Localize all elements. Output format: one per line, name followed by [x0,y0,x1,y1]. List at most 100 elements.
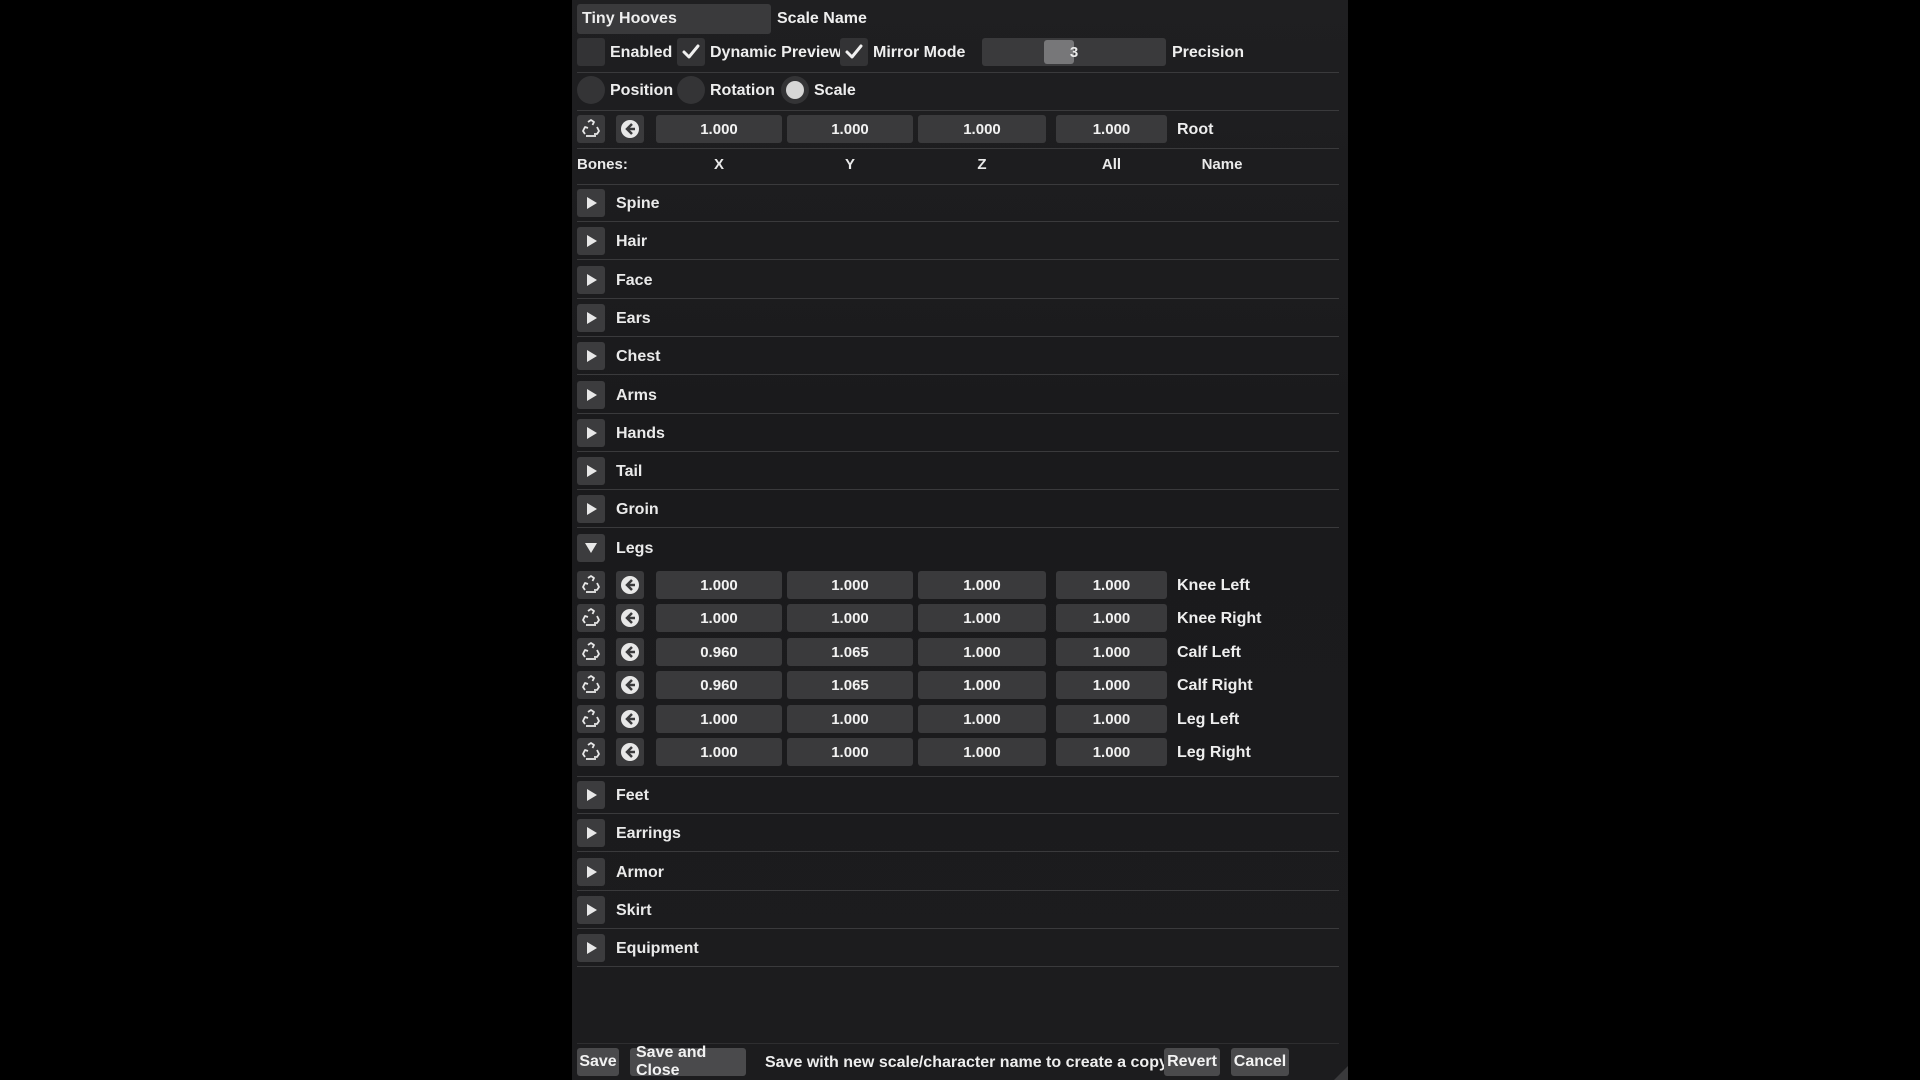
enabled-checkbox[interactable] [577,38,605,66]
mirror-mode-label: Mirror Mode [873,44,966,61]
bone-all-field[interactable]: 1.000 [1056,671,1167,699]
root-y-field[interactable]: 1.000 [787,115,913,143]
bone-y-field[interactable]: 1.065 [787,671,913,699]
bone-reset-button[interactable] [577,571,605,599]
bone-revert-button[interactable] [616,738,644,766]
root-z-field[interactable]: 1.000 [918,115,1046,143]
ears-expand-button[interactable] [577,304,605,332]
resize-grip-icon[interactable] [1332,1064,1348,1080]
bone-reset-button[interactable] [577,738,605,766]
bone-reset-button[interactable] [577,604,605,632]
bone-z-field[interactable]: 1.000 [918,638,1046,666]
category-row-legs[interactable]: Legs [577,534,1339,562]
bone-x-field[interactable]: 1.000 [656,705,782,733]
name-column-header: Name [1201,156,1243,173]
tail-expand-button[interactable] [577,457,605,485]
hands-category-label: Hands [616,425,665,442]
bone-all-field[interactable]: 1.000 [1056,604,1167,632]
bone-z-field[interactable]: 1.000 [918,571,1046,599]
legs-expand-button[interactable] [577,534,605,562]
save-hint-text: Save with new scale/character name to cr… [765,1054,1172,1071]
rotation-label: Rotation [710,82,775,99]
bone-reset-button[interactable] [577,638,605,666]
face-category-label: Face [616,272,653,289]
bone-all-field[interactable]: 1.000 [1056,738,1167,766]
bone-z-field[interactable]: 1.000 [918,671,1046,699]
bone-reset-button[interactable] [577,671,605,699]
revert-button[interactable]: Revert [1164,1048,1220,1076]
divider [577,298,1339,299]
save-and-close-button[interactable]: Save and Close [630,1044,746,1079]
category-row-groin[interactable]: Groin [577,495,1339,523]
skirt-expand-button[interactable] [577,896,605,924]
bone-y-field[interactable]: 1.065 [787,638,913,666]
face-expand-button[interactable] [577,266,605,294]
divider [577,336,1339,337]
category-row-skirt[interactable]: Skirt [577,896,1339,924]
bone-revert-button[interactable] [616,638,644,666]
bone-x-field[interactable]: 1.000 [656,571,782,599]
bone-y-field[interactable]: 1.000 [787,604,913,632]
bone-z-field[interactable]: 1.000 [918,738,1046,766]
dynamic-preview-checkbox[interactable] [677,38,705,66]
chest-expand-button[interactable] [577,342,605,370]
category-row-feet[interactable]: Feet [577,781,1339,809]
category-row-earrings[interactable]: Earrings [577,819,1339,847]
bone-revert-button[interactable] [616,671,644,699]
bone-x-field[interactable]: 0.960 [656,671,782,699]
rotation-radio[interactable] [677,76,705,104]
root-x-field[interactable]: 1.000 [656,115,782,143]
mirror-mode-checkbox[interactable] [840,38,868,66]
category-row-arms[interactable]: Arms [577,381,1339,409]
arms-expand-button[interactable] [577,381,605,409]
triangle-right-icon [587,274,597,286]
category-row-tail[interactable]: Tail [577,457,1339,485]
category-row-armor[interactable]: Armor [577,858,1339,886]
feet-expand-button[interactable] [577,781,605,809]
hair-expand-button[interactable] [577,227,605,255]
save-button[interactable]: Save [577,1048,619,1076]
armor-expand-button[interactable] [577,858,605,886]
hands-expand-button[interactable] [577,419,605,447]
category-row-hands[interactable]: Hands [577,419,1339,447]
divider [577,259,1339,260]
groin-expand-button[interactable] [577,495,605,523]
bone-x-field[interactable]: 0.960 [656,638,782,666]
triangle-right-icon [587,503,597,515]
category-row-hair[interactable]: Hair [577,227,1339,255]
bone-revert-button[interactable] [616,604,644,632]
scale-name-input[interactable]: Tiny Hooves [577,4,771,34]
precision-slider[interactable]: 3 [982,38,1166,66]
bone-revert-button[interactable] [616,705,644,733]
bone-revert-button[interactable] [616,571,644,599]
bone-all-field[interactable]: 1.000 [1056,571,1167,599]
bone-all-field[interactable]: 1.000 [1056,705,1167,733]
bone-z-field[interactable]: 1.000 [918,604,1046,632]
triangle-right-icon [587,312,597,324]
bone-y-field[interactable]: 1.000 [787,738,913,766]
equipment-expand-button[interactable] [577,934,605,962]
bone-all-field[interactable]: 1.000 [1056,638,1167,666]
bone-y-field[interactable]: 1.000 [787,571,913,599]
bone-y-field[interactable]: 1.000 [787,705,913,733]
bone-x-field[interactable]: 1.000 [656,604,782,632]
bone-x-field[interactable]: 1.000 [656,738,782,766]
category-row-spine[interactable]: Spine [577,189,1339,217]
category-row-chest[interactable]: Chest [577,342,1339,370]
bone-reset-button[interactable] [577,705,605,733]
root-all-field[interactable]: 1.000 [1056,115,1167,143]
category-row-face[interactable]: Face [577,266,1339,294]
root-revert-button[interactable] [616,115,644,143]
position-radio[interactable] [577,76,605,104]
category-row-ears[interactable]: Ears [577,304,1339,332]
scale-radio[interactable] [781,76,809,104]
earrings-expand-button[interactable] [577,819,605,847]
scale-editor-panel: Tiny Hooves Scale Name Enabled Dynamic P… [572,0,1348,1080]
x-column-header: X [713,156,724,173]
cancel-button[interactable]: Cancel [1231,1048,1289,1076]
spine-expand-button[interactable] [577,189,605,217]
ears-category-label: Ears [616,310,651,327]
bone-z-field[interactable]: 1.000 [918,705,1046,733]
category-row-equipment[interactable]: Equipment [577,934,1339,962]
root-reset-button[interactable] [577,115,605,143]
